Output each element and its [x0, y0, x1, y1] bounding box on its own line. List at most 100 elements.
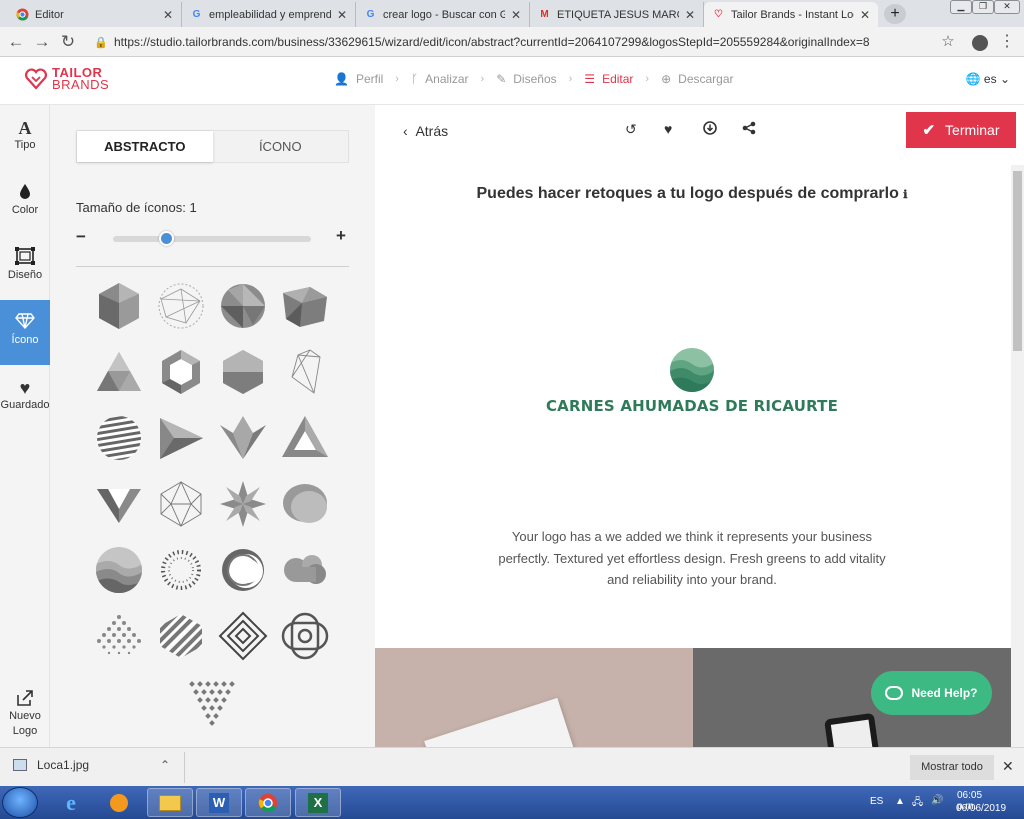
chevron-right-icon: › [645, 73, 650, 85]
file-explorer-icon[interactable] [147, 788, 193, 817]
wave-sphere-icon[interactable] [94, 545, 144, 595]
finish-button[interactable]: ✔ Terminar [906, 112, 1016, 148]
nested-diamond-icon[interactable] [218, 611, 268, 661]
rail-label: Tipo [14, 139, 36, 151]
ie-icon[interactable]: e [48, 788, 94, 817]
new-tab-button[interactable]: + [884, 4, 906, 24]
celtic-knot-icon[interactable] [280, 611, 330, 661]
diamond-dots-icon[interactable] [94, 611, 144, 661]
rail-item-diseno[interactable]: Diseño [0, 235, 50, 300]
info-icon[interactable]: ℹ [903, 189, 907, 201]
language-selector[interactable]: 🌐 es ⌄ [966, 72, 1010, 86]
close-tab-icon[interactable]: ✕ [860, 8, 870, 22]
close-tab-icon[interactable]: ✕ [163, 8, 173, 22]
lotus-facets-icon[interactable] [218, 413, 268, 463]
network-icon[interactable]: 🖧 [912, 795, 923, 812]
decrease-size-button[interactable]: − [76, 227, 86, 247]
close-tab-icon[interactable]: ✕ [337, 8, 347, 22]
url-field[interactable]: 🔒 https://studio.tailorbrands.com/busine… [88, 30, 968, 54]
wireframe-sphere-icon[interactable] [156, 281, 206, 331]
volume-icon[interactable]: 🔊 [931, 795, 943, 806]
tab-tailor-brands[interactable]: ♡ Tailor Brands - Instant Logo ✕ [704, 2, 878, 27]
step-editar[interactable]: ☰ Editar [584, 72, 633, 86]
chevron-up-icon[interactable]: ⌃ [160, 758, 170, 772]
tab-etiqueta[interactable]: M ETIQUETA JESUS MARCILLO ✕ [530, 2, 704, 27]
word-icon[interactable]: W [196, 788, 242, 817]
hexagon-ring-icon[interactable] [156, 347, 206, 397]
striped-sphere-icon[interactable] [94, 413, 144, 463]
rail-item-icono[interactable]: Ícono [0, 300, 50, 365]
tab-title: crear logo - Buscar con Google [383, 8, 505, 21]
menu-dots-icon[interactable]: ⋮ [997, 32, 1017, 52]
cloud-blobs-icon[interactable] [280, 545, 330, 595]
icon-size-slider[interactable] [113, 231, 311, 246]
download-item[interactable]: Loca1.jpg [13, 758, 89, 772]
clock-date[interactable]: 06/06/2019 [956, 803, 1006, 814]
tailor-brands-logo[interactable]: TAILOR BRANDS [24, 66, 109, 91]
step-label: Analizar [425, 72, 469, 86]
input-language[interactable]: ES [870, 796, 883, 807]
close-tab-icon[interactable]: ✕ [685, 8, 695, 22]
hexagon-cube-icon[interactable] [218, 347, 268, 397]
tab-empleabilidad[interactable]: G empleabilidad y emprendimiento ✕ [182, 2, 356, 27]
tab-abstracto[interactable]: ABSTRACTO [77, 131, 213, 162]
bookmark-star-icon[interactable]: ☆ [938, 32, 958, 52]
back-arrow-icon[interactable]: ← [6, 32, 26, 52]
scrollbar[interactable] [1011, 165, 1024, 747]
favorite-heart-icon[interactable]: ♥ [664, 121, 672, 137]
rail-label: Ícono [11, 334, 39, 346]
need-help-button[interactable]: Need Help? [871, 671, 992, 715]
crescent-ring-icon[interactable] [218, 545, 268, 595]
tab-editor[interactable]: Editor ✕ [8, 2, 182, 27]
step-descargar[interactable]: ⊕ Descargar [661, 72, 733, 86]
blob-shape-icon[interactable] [280, 479, 330, 529]
chrome-taskbar-icon[interactable] [245, 788, 291, 817]
increase-size-button[interactable]: + [336, 226, 346, 246]
polyhedron-icon[interactable] [94, 281, 144, 331]
download-circle-icon[interactable] [703, 121, 717, 138]
restore-button[interactable]: ❐ [972, 0, 994, 14]
step-perfil[interactable]: 👤 Perfil [334, 72, 383, 86]
rail-item-guardado[interactable]: ♥ Guardado [0, 365, 50, 430]
rail-item-tipo[interactable]: A Tipo [0, 105, 50, 170]
faceted-shape-icon[interactable] [280, 281, 330, 331]
close-window-button[interactable]: ✕ [994, 0, 1020, 14]
step-analizar[interactable]: ᚴ Analizar [411, 72, 469, 86]
triangle-ring-icon[interactable] [280, 413, 330, 463]
retouch-notice-text: Puedes hacer retoques a tu logo después … [476, 185, 899, 202]
gem-icon[interactable] [94, 479, 144, 529]
tab-crear-logo[interactable]: G crear logo - Buscar con Google ✕ [356, 2, 530, 27]
close-icon[interactable]: ✕ [1002, 758, 1014, 775]
profile-avatar[interactable] [970, 32, 990, 52]
tray-arrow-icon[interactable]: ▲ [895, 796, 905, 807]
slider-thumb[interactable] [158, 231, 174, 246]
wire-polyhedron-icon[interactable] [156, 479, 206, 529]
faceted-circle-icon[interactable] [218, 281, 268, 331]
close-tab-icon[interactable]: ✕ [511, 8, 521, 22]
share-icon[interactable] [742, 121, 756, 138]
tab-icono[interactable]: ÍCONO [213, 131, 349, 162]
forward-arrow-icon[interactable]: → [32, 32, 52, 52]
striped-hexagon-icon[interactable] [156, 611, 206, 661]
back-button[interactable]: ‹ Atrás [403, 123, 448, 139]
show-all-button[interactable]: Mostrar todo [910, 755, 994, 780]
triangle-grid-icon[interactable] [94, 347, 144, 397]
sliders-icon: ☰ [584, 72, 596, 86]
rail-item-color[interactable]: Color [0, 170, 50, 235]
flower-facets-icon[interactable] [218, 479, 268, 529]
logo-canvas: ‹ Atrás ↺ ♥ ✔ Terminar Puedes hacer retoq… [375, 105, 1024, 747]
chevron-down-icon: ⌄ [999, 72, 1010, 86]
media-player-icon[interactable] [96, 788, 142, 817]
scrollbar-thumb[interactable] [1013, 171, 1022, 351]
start-button[interactable] [2, 787, 38, 818]
reload-icon[interactable]: ↻ [58, 32, 78, 52]
minimize-button[interactable]: ▁ [950, 0, 972, 14]
wire-crystal-icon[interactable] [280, 347, 330, 397]
new-logo-button[interactable]: Nuevo Logo [0, 683, 50, 747]
excel-icon[interactable]: X [295, 788, 341, 817]
dotted-shield-icon[interactable] [187, 677, 237, 727]
play-triangle-icon[interactable] [156, 413, 206, 463]
dotted-ring-icon[interactable] [156, 545, 206, 595]
undo-icon[interactable]: ↺ [625, 121, 637, 138]
step-disenos[interactable]: ✎ Diseños [496, 72, 556, 86]
